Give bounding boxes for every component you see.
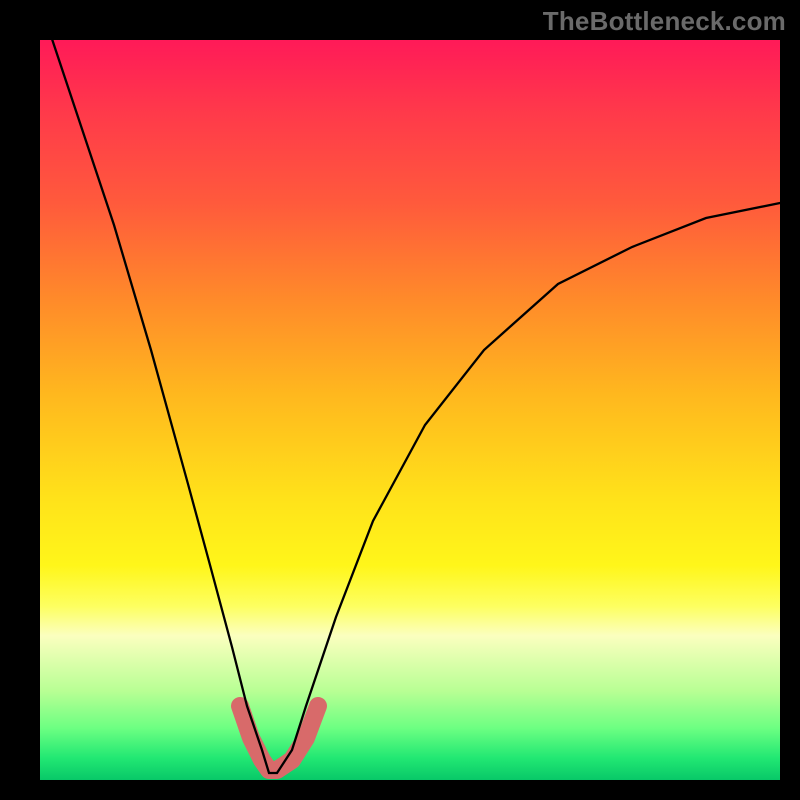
bottleneck-curve <box>40 3 780 773</box>
watermark-text: TheBottleneck.com <box>543 6 786 37</box>
curve-layer <box>40 40 780 780</box>
gradient-plot-area <box>40 40 780 780</box>
outer-frame: TheBottleneck.com <box>0 0 800 800</box>
valley-highlight-stroke <box>240 706 318 770</box>
